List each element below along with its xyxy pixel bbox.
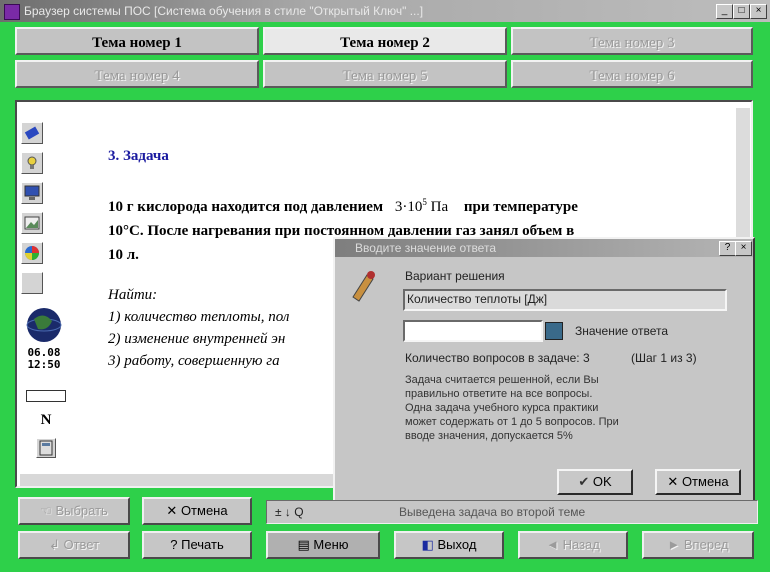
info-line: правильно ответите на все вопросы.	[405, 388, 593, 400]
tab-topic-6[interactable]: Тема номер 6	[511, 60, 753, 88]
task-line-1-end: при температуре	[463, 199, 578, 215]
globe-icon	[24, 305, 64, 350]
task-heading: 3. Задача	[108, 148, 169, 164]
door-icon: ◧	[421, 537, 434, 552]
task-line-1: 10 г кислорода находится под давлением 3…	[108, 190, 698, 219]
close-button[interactable]: ×	[750, 4, 767, 19]
window-title-bar: Браузер системы ПОС [Система обучения в …	[0, 0, 770, 22]
menu-label: Меню	[313, 537, 349, 552]
arrow-right-icon: ►	[667, 537, 681, 552]
cancel-label: Отмена	[681, 474, 729, 489]
variant-label: Вариант решения	[405, 269, 505, 283]
answer-dialog: Вводите значение ответа ? × Вариант реше…	[333, 237, 755, 507]
status-arrows-icon[interactable]: ± ↓ Q	[275, 501, 304, 523]
forward-button[interactable]: ► Вперед	[642, 531, 754, 559]
clock-widget: 06.08 12:50	[21, 303, 67, 383]
step-indicator: (Шаг 1 из 3)	[631, 351, 697, 365]
minimize-button[interactable]: _	[716, 4, 733, 19]
info-line: Задача считается решенной, если Вы	[405, 374, 599, 386]
answer-icon: ↲	[48, 537, 60, 552]
hand-icon: ☜	[40, 503, 52, 518]
dialog-title: Вводите значение ответа	[355, 241, 496, 255]
ok-button[interactable]: ✔ OK	[557, 469, 633, 495]
pressure-formula: 3·105 Па	[394, 197, 449, 215]
back-button[interactable]: ◄ Назад	[518, 531, 628, 559]
menu-icon: ▤	[297, 537, 310, 552]
undo-label: Отмена	[180, 503, 228, 518]
blank-icon[interactable]	[21, 272, 43, 294]
variant-field: Количество теплоты [Дж]	[403, 289, 727, 311]
cross-icon: ✕	[166, 503, 178, 518]
dialog-help-button[interactable]: ?	[719, 241, 736, 256]
answer-button[interactable]: ↲ Ответ	[18, 531, 130, 559]
exit-label: Выход	[437, 537, 477, 552]
answer-label: Ответ	[63, 537, 100, 552]
undo-button[interactable]: ✕ Отмена	[142, 497, 252, 525]
question-count: Количество вопросов в задаче: 3	[405, 351, 590, 365]
pen-hand-icon	[349, 269, 377, 308]
print-icon: ?	[170, 537, 178, 552]
formula-coefficient: 3·10	[394, 199, 423, 215]
answer-input[interactable]	[403, 320, 543, 342]
task-line-1-start: 10 г кислорода находится под давлением	[108, 199, 384, 215]
time-display: 12:50	[27, 358, 61, 371]
calculator-icon[interactable]	[36, 438, 56, 458]
arrow-left-icon: ◄	[546, 537, 559, 552]
picture-icon[interactable]	[21, 212, 43, 234]
info-line: Одна задача учебного курса практики	[405, 402, 599, 414]
forward-label: Вперед	[683, 537, 729, 552]
exit-button[interactable]: ◧ Выход	[394, 531, 504, 559]
calculator-icon[interactable]	[545, 322, 563, 340]
menu-button[interactable]: ▤ Меню	[266, 531, 380, 559]
print-button[interactable]: ? Печать	[142, 531, 252, 559]
dialog-close-button[interactable]: ×	[735, 241, 752, 256]
status-bar: ± ↓ Q Выведена задача во второй теме	[266, 500, 758, 524]
info-text: Задача считается решенной, если Вы прави…	[405, 373, 619, 443]
answer-label: Значение ответа	[575, 324, 669, 338]
tab-topic-4[interactable]: Тема номер 4	[15, 60, 259, 88]
checkmark-icon: ✔	[578, 474, 590, 489]
palette-icon[interactable]	[21, 242, 43, 264]
monitor-icon[interactable]	[21, 182, 43, 204]
app-icon	[4, 4, 20, 20]
formula-exponent: 5	[422, 197, 427, 207]
info-line: может содержать от 1 до 5 вопросов. При	[405, 416, 619, 428]
info-line: вводе значения, допускается 5%	[405, 430, 573, 442]
status-text: Выведена задача во второй теме	[399, 505, 586, 519]
dialog-title-bar: Вводите значение ответа ? ×	[335, 239, 753, 257]
eraser-icon[interactable]	[21, 122, 43, 144]
print-label: Печать	[181, 537, 224, 552]
tab-topic-2[interactable]: Тема номер 2	[263, 27, 507, 55]
tab-topic-1[interactable]: Тема номер 1	[15, 27, 259, 55]
cross-icon: ✕	[667, 474, 679, 489]
tab-topic-5[interactable]: Тема номер 5	[263, 60, 507, 88]
lightbulb-icon[interactable]	[21, 152, 43, 174]
ok-label: OK	[592, 474, 612, 489]
back-label: Назад	[562, 537, 600, 552]
mode-letter: N	[40, 412, 52, 428]
date-time-display: 06.08 12:50	[21, 347, 67, 371]
window-title: Браузер системы ПОС [Система обучения в …	[24, 4, 424, 18]
select-button[interactable]: ☜ Выбрать	[18, 497, 130, 525]
cancel-button[interactable]: ✕ Отмена	[655, 469, 741, 495]
select-label: Выбрать	[55, 503, 108, 518]
indicator-field[interactable]	[26, 390, 66, 402]
tab-topic-3[interactable]: Тема номер 3	[511, 27, 753, 55]
formula-unit: Па	[430, 199, 449, 215]
maximize-button[interactable]: □	[733, 4, 750, 19]
